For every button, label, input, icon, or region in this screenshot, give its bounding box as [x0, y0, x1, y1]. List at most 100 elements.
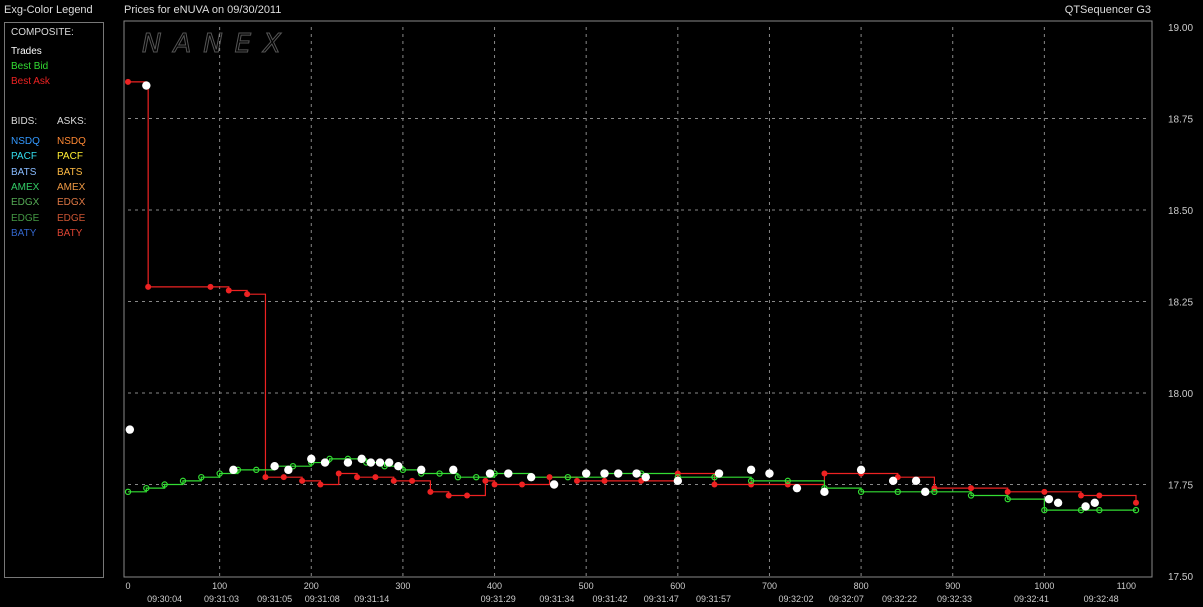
time-label: 09:31:57 — [696, 594, 731, 604]
point-trades — [142, 81, 151, 90]
time-label: 09:32:02 — [779, 594, 814, 604]
point-trades — [1081, 502, 1090, 511]
point-trades — [673, 476, 683, 486]
point-trades — [504, 469, 513, 478]
point-best-ask — [317, 481, 324, 488]
point-best-ask — [1004, 488, 1011, 495]
x-tick-label: 300 — [395, 581, 410, 591]
x-tick-label: 0 — [125, 581, 130, 591]
x-tick-label: 200 — [304, 581, 319, 591]
time-label: 09:32:48 — [1084, 594, 1119, 604]
x-tick-label: 700 — [762, 581, 777, 591]
point-best-ask — [546, 474, 553, 481]
point-trades — [307, 454, 316, 464]
point-trades — [527, 472, 536, 482]
time-label: 09:32:41 — [1014, 594, 1049, 604]
time-label: 09:30:04 — [147, 594, 182, 604]
x-tick-label: 1000 — [1034, 581, 1054, 591]
time-label: 09:31:34 — [539, 594, 574, 604]
time-label: 09:32:22 — [882, 594, 917, 604]
point-trades — [1053, 498, 1063, 507]
point-trades — [1090, 498, 1099, 507]
y-tick-label: 19.00 — [1168, 23, 1193, 34]
point-trades — [911, 476, 921, 486]
point-trades — [125, 425, 135, 434]
x-tick-label: 900 — [945, 581, 960, 591]
point-best-ask — [427, 488, 434, 495]
x-tick-label: 100 — [212, 581, 227, 591]
point-trades — [229, 465, 238, 475]
point-best-ask — [1041, 488, 1048, 495]
point-best-ask — [145, 283, 152, 290]
point-best-ask — [711, 481, 718, 488]
x-tick-label: 800 — [854, 581, 869, 591]
point-best-ask — [601, 477, 608, 484]
time-label: 09:32:07 — [829, 594, 864, 604]
point-trades — [375, 458, 385, 467]
point-trades — [284, 465, 293, 475]
point-trades — [366, 458, 376, 467]
x-tick-label: 600 — [670, 581, 685, 591]
y-tick-label: 17.50 — [1168, 572, 1193, 583]
point-trades — [746, 465, 756, 475]
point-best-ask — [574, 477, 581, 484]
point-best-ask — [280, 474, 287, 481]
point-trades — [614, 469, 623, 478]
time-label: 09:31:05 — [257, 594, 292, 604]
point-trades — [856, 465, 866, 475]
point-trades — [417, 465, 426, 475]
point-trades — [581, 469, 591, 478]
point-trades — [357, 454, 366, 464]
point-best-ask — [225, 287, 232, 294]
point-best-ask — [519, 481, 526, 488]
y-tick-label: 18.25 — [1168, 298, 1193, 309]
y-tick-label: 18.00 — [1168, 389, 1193, 400]
point-best-ask — [354, 474, 361, 481]
x-tick-label: 400 — [487, 581, 502, 591]
point-trades — [888, 476, 898, 486]
point-trades — [765, 469, 774, 478]
point-trades — [632, 469, 641, 478]
point-trades — [714, 469, 724, 478]
point-best-ask — [482, 477, 489, 484]
time-label: 09:31:08 — [305, 594, 340, 604]
point-best-ask — [207, 283, 214, 290]
point-best-ask — [372, 474, 379, 481]
point-trades — [820, 487, 829, 497]
price-chart: NANEX 0 100 200 300 400 500 600 700 800 900 1000 11… — [123, 20, 1193, 604]
series-line-best-ask — [128, 81, 1137, 503]
point-trades — [343, 458, 353, 467]
time-label: 09:32:33 — [937, 594, 972, 604]
point-trades — [384, 458, 394, 467]
point-trades — [641, 472, 650, 482]
point-trades — [449, 465, 458, 475]
point-best-ask — [262, 474, 269, 481]
point-best-ask — [335, 470, 342, 477]
point-trades — [600, 469, 609, 478]
time-label: 09:31:14 — [354, 594, 389, 604]
point-best-ask — [299, 477, 306, 484]
point-trades — [549, 480, 559, 489]
time-label: 09:31:29 — [481, 594, 516, 604]
nanex-watermark: NANEX — [142, 29, 293, 59]
point-trades — [921, 487, 930, 497]
point-trades — [394, 462, 403, 471]
point-trades — [270, 462, 279, 471]
x-tick-label: 1100 — [1117, 581, 1136, 591]
point-best-ask — [491, 481, 498, 488]
point-trades — [485, 469, 495, 478]
point-best-ask — [1096, 492, 1103, 499]
point-best-ask — [821, 470, 828, 477]
point-trades — [1044, 494, 1054, 504]
point-best-ask — [244, 291, 251, 298]
y-tick-label: 18.50 — [1168, 206, 1193, 217]
point-best-ask — [445, 492, 452, 499]
y-tick-label: 17.75 — [1168, 481, 1193, 492]
point-trades — [792, 483, 802, 493]
point-trades — [320, 458, 330, 467]
x-tick-label: 500 — [579, 581, 594, 591]
point-best-ask — [390, 477, 397, 484]
point-best-ask — [1078, 492, 1085, 499]
y-tick-label: 18.75 — [1168, 115, 1193, 126]
time-label: 09:31:03 — [204, 594, 239, 604]
